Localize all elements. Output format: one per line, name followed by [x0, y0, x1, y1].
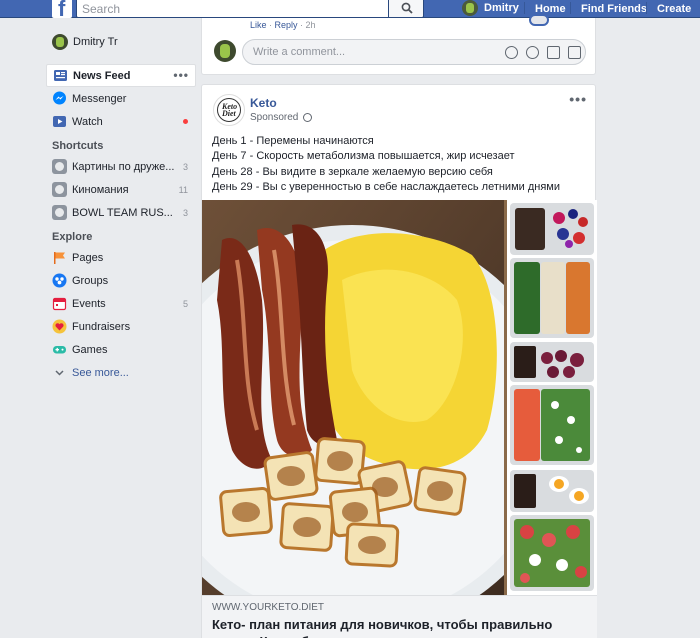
- flag-icon: [52, 250, 67, 265]
- left-sidebar: Dmitry Tr News Feed ••• Messenger Watch …: [46, 30, 196, 384]
- facebook-logo[interactable]: f: [52, 0, 72, 21]
- link-title[interactable]: Кето- план питания для новичков, чтобы п…: [212, 616, 587, 638]
- sidebar-item-label: Pages: [72, 251, 104, 264]
- see-more-label: See more...: [72, 366, 129, 379]
- sidebar-item-games[interactable]: Games: [46, 338, 196, 361]
- post-image[interactable]: [202, 200, 597, 595]
- sidebar-item-pages[interactable]: Pages: [46, 246, 196, 269]
- previous-post-comment-area: Like · Reply · 2h Write a comment...: [201, 14, 596, 75]
- sidebar-item-count: 11: [178, 184, 188, 195]
- page-avatar-logo-text: Keto Diet: [222, 102, 238, 118]
- avatar: [52, 33, 68, 50]
- sidebar-item-count: 3: [182, 161, 188, 172]
- sidebar-item-count: 5: [182, 298, 188, 309]
- post-text-line: День 29 - Вы с уверенностью в себе насла…: [212, 180, 560, 193]
- nav-divider: [646, 2, 647, 14]
- sidebar-item-label: Messenger: [72, 92, 127, 105]
- nav-find-friends-link[interactable]: Find Friends: [581, 3, 647, 15]
- camera-icon[interactable]: [526, 46, 539, 59]
- sidebar-item-label: BOWL TEAM RUS...: [72, 206, 173, 219]
- post-text-line: День 7 - Скорость метаболизма повышается…: [212, 150, 515, 163]
- sidebar-item-events[interactable]: Events 5: [46, 292, 196, 315]
- post-options-icon[interactable]: •••: [569, 91, 587, 107]
- chevron-down-icon: [52, 365, 67, 380]
- post-author-link[interactable]: Keto: [250, 96, 277, 110]
- sidebar-item-count: 3: [182, 207, 188, 218]
- sidebar-item-news-feed[interactable]: News Feed •••: [46, 64, 196, 87]
- news-feed-icon: [53, 68, 68, 83]
- nav-divider: [570, 2, 571, 14]
- reply-link[interactable]: Reply: [275, 20, 298, 30]
- food-plate-photo: [202, 200, 504, 595]
- game-controller-icon: [52, 342, 67, 357]
- watch-icon: [52, 114, 67, 129]
- explore-heading: Explore: [52, 231, 93, 243]
- see-more-link[interactable]: See more...: [46, 361, 196, 384]
- post-text-line: День 1 - Перемены начинаются: [212, 135, 374, 147]
- search-button[interactable]: [388, 0, 424, 18]
- sidebar-shortcut-item[interactable]: BOWL TEAM RUS... 3: [46, 201, 196, 224]
- heart-icon: [52, 319, 67, 334]
- notification-dot: [183, 119, 188, 124]
- sponsored-post: Keto Diet Keto Sponsored ••• День 1 - Пе…: [201, 84, 597, 638]
- sponsored-text[interactable]: Sponsored: [250, 112, 298, 123]
- gif-icon[interactable]: [547, 46, 560, 59]
- sidebar-profile-name: Dmitry Tr: [73, 35, 118, 48]
- group-icon: [52, 159, 67, 174]
- calendar-icon: [52, 296, 67, 311]
- nav-user-name: Dmitry: [484, 2, 519, 14]
- comment-tools: [505, 46, 581, 59]
- group-icon: [52, 205, 67, 220]
- globe-icon: [303, 113, 313, 122]
- reaction-toggle[interactable]: [529, 14, 549, 26]
- sidebar-item-messenger[interactable]: Messenger: [46, 87, 196, 110]
- sidebar-shortcut-item[interactable]: Киномания 11: [46, 178, 196, 201]
- sidebar-item-label: Groups: [72, 274, 109, 287]
- post-text-line: День 28 - Вы видите в зеркале желаемую в…: [212, 165, 493, 178]
- comment-time: 2h: [305, 20, 316, 30]
- more-options-icon[interactable]: •••: [173, 68, 189, 82]
- link-url: WWW.YOURKETO.DIET: [212, 602, 325, 613]
- sidebar-profile[interactable]: Dmitry Tr: [46, 30, 196, 53]
- search-icon: [401, 2, 413, 14]
- sidebar-item-label: News Feed: [73, 69, 131, 82]
- post-sponsored-label: Sponsored: [250, 112, 313, 123]
- sidebar-item-label: Watch: [72, 115, 103, 128]
- group-icon: [52, 182, 67, 197]
- sidebar-item-label: Картины по друже...: [72, 160, 175, 173]
- sidebar-shortcut-item[interactable]: Картины по друже... 3: [46, 155, 196, 178]
- sidebar-item-groups[interactable]: Groups: [46, 269, 196, 292]
- sticker-icon[interactable]: [568, 46, 581, 59]
- link-preview[interactable]: WWW.YOURKETO.DIET Кето- план питания для…: [202, 595, 597, 638]
- emoji-icon[interactable]: [505, 46, 518, 59]
- search-input[interactable]: Search: [76, 0, 388, 18]
- meal-prep-collage: [507, 200, 597, 595]
- sidebar-item-fundraisers[interactable]: Fundraisers: [46, 315, 196, 338]
- nav-profile-link[interactable]: Dmitry: [462, 0, 519, 17]
- post-text: День 1 - Перемены начинаются День 7 - Ск…: [212, 134, 560, 195]
- page-avatar[interactable]: Keto Diet: [213, 94, 245, 126]
- nav-divider: [524, 2, 525, 14]
- like-link[interactable]: Like: [250, 20, 267, 30]
- sidebar-item-label: Киномания: [72, 183, 129, 196]
- avatar: [462, 0, 478, 16]
- avatar: [214, 40, 236, 62]
- messenger-icon: [52, 91, 67, 106]
- sidebar-item-label: Events: [72, 297, 106, 310]
- groups-icon: [52, 273, 67, 288]
- previous-comment-meta: Like · Reply · 2h: [250, 20, 316, 30]
- sidebar-item-label: Fundraisers: [72, 320, 131, 333]
- nav-create-link[interactable]: Create: [657, 3, 691, 15]
- top-navigation-bar: f Search Dmitry Home Find Friends Create: [0, 0, 700, 21]
- sidebar-item-watch[interactable]: Watch: [46, 110, 196, 133]
- shortcuts-heading: Shortcuts: [52, 140, 104, 152]
- sidebar-item-label: Games: [72, 343, 108, 356]
